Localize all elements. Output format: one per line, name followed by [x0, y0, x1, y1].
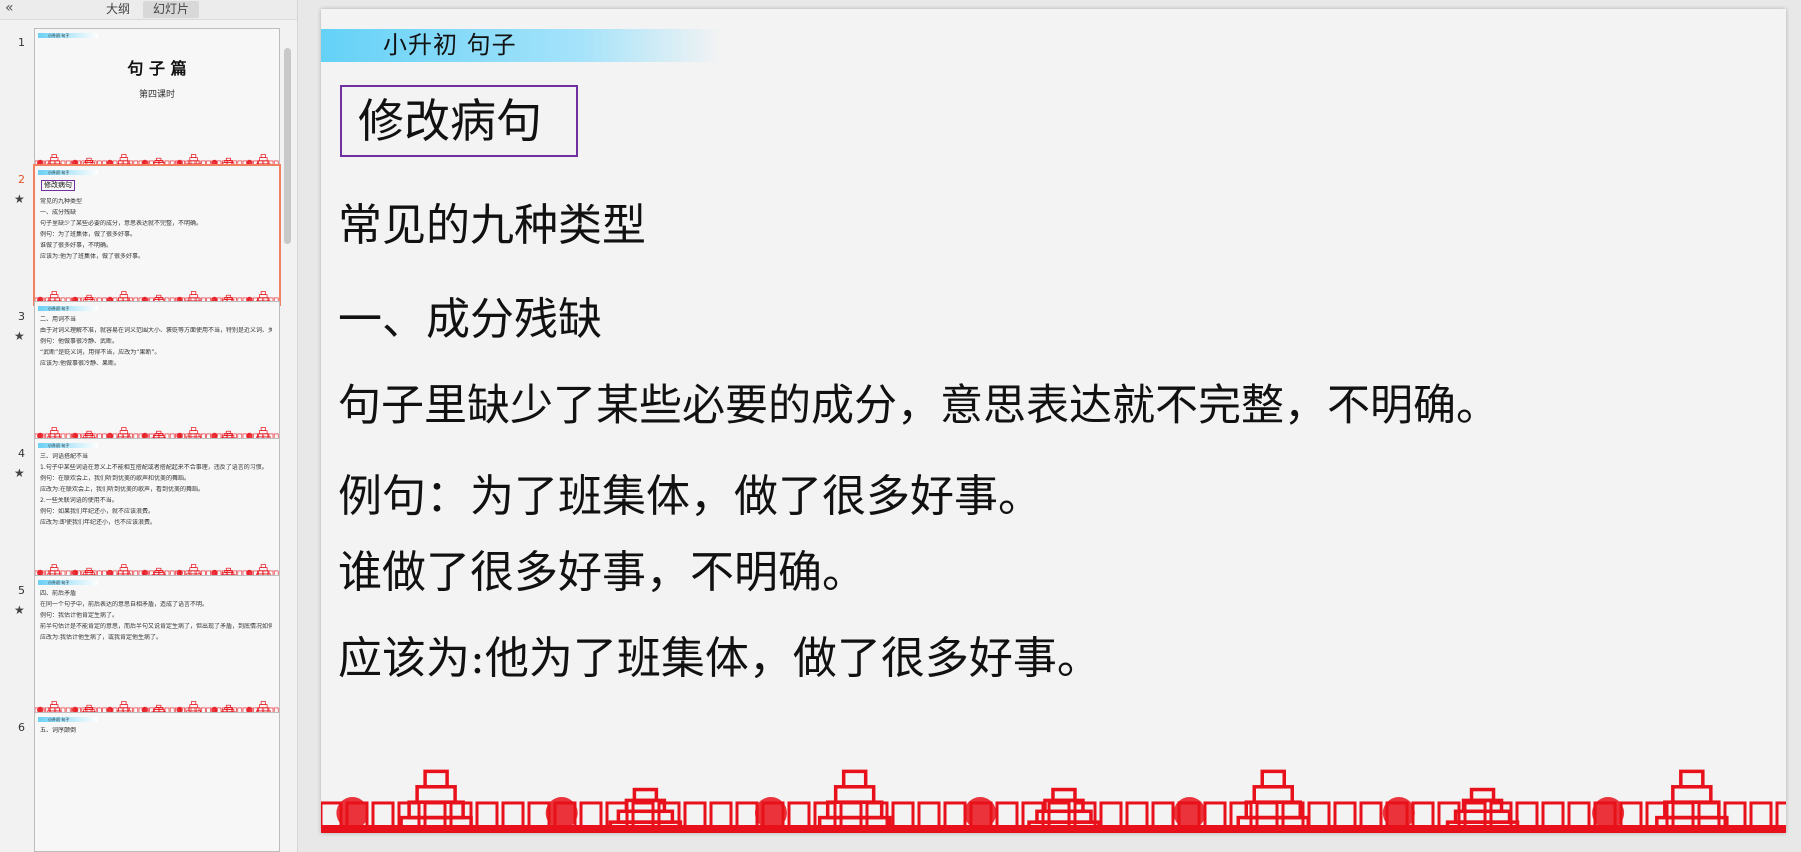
slide-number: 4	[18, 447, 25, 460]
thumb-text-line: 句子里缺少了某些必要的成分，意思表达就不完整，不明确。	[40, 220, 203, 227]
thumb-text-line: 在同一个句子中，前后表达的意思自相矛盾，造成了语言不明。	[40, 601, 209, 608]
thumb-text-line: 五、词序颠倒	[40, 727, 77, 734]
thumb-text-line: 应改为:我估计他生病了，或我肯定他生病了。	[40, 634, 163, 641]
thumb-text-line: 例句：我估计他肯定生病了。	[40, 612, 119, 619]
animation-star-icon: ★	[14, 192, 25, 206]
thumb-text-line: 三、词语搭配不当	[40, 453, 89, 460]
slide-text-line[interactable]: 应该为:他为了班集体，做了很多好事。	[338, 622, 1101, 686]
thumb-text-line: 四、前后矛盾	[40, 590, 77, 597]
thumb-header-text: 小升初 句子	[48, 717, 70, 722]
thumb-subtitle: 第四课时	[138, 90, 175, 100]
collapse-panel-icon[interactable]: «	[5, 0, 14, 17]
slide-header-text: 小升初 句子	[383, 31, 517, 59]
thumb-text-line: 应该为:他做事很冷静、果断。	[40, 360, 121, 367]
thumb-text-line: 例句：在联欢会上，我们听到优美的歌声和优美的舞蹈。	[40, 475, 191, 482]
thumb-text-line: 1.句子中某些词语在意义上不能相互搭配或者搭配起来不合事理，违反了语言的习惯。	[40, 464, 268, 471]
thumb-header-text: 小升初 句子	[48, 33, 70, 38]
slide-canvas[interactable]: 小升初 句子 修改病句 常见的九种类型 一、成分残缺 句子里缺少了某些必要的成分…	[321, 9, 1786, 833]
thumb-header-bar: 小升初 句子	[38, 717, 98, 722]
thumb-text-line: 应改为:在联欢会上，我们听到优美的歌声，看到优美的舞蹈。	[40, 486, 205, 493]
thumb-header-text: 小升初 句子	[48, 306, 70, 311]
slide-number: 5	[18, 584, 25, 597]
panel-tab-bar: « 大纲 幻灯片	[0, 0, 297, 20]
slide-title-box[interactable]: 修改病句	[340, 85, 578, 157]
slide-thumbnail-5[interactable]: 小升初 句子 四、前后矛盾在同一个句子中，前后表达的意思自相矛盾，造成了语言不明…	[34, 575, 280, 715]
slide-thumbnail-1[interactable]: 小升初 句子 句 子 篇 第四课时	[34, 28, 280, 168]
thumb-text-line: 应该为:他为了班集体，做了很多好事。	[40, 253, 145, 260]
thumb-text-line: 谁做了很多好事，不明确。	[40, 242, 113, 249]
thumb-text-line: 2.一些关联词语的使用不当。	[40, 497, 118, 504]
slide-text-line[interactable]: 例句：为了班集体，做了很多好事。	[338, 460, 1042, 524]
thumbnail-list[interactable]: 1 小升初 句子 句 子 篇 第四课时 2 ★ 小升初 句子 修改病句 常见的九…	[0, 20, 297, 852]
animation-star-icon: ★	[14, 466, 25, 480]
slide-header-bar: 小升初 句子	[321, 29, 721, 62]
thumb-header-bar: 小升初 句子	[38, 580, 98, 585]
thumb-text-lines: 五、词序颠倒	[40, 727, 272, 738]
thumb-header-bar: 小升初 句子	[38, 443, 98, 448]
slide-section-heading[interactable]: 一、成分残缺	[338, 283, 602, 347]
tab-outline[interactable]: 大纲	[96, 1, 140, 18]
slide-thumbnail-4[interactable]: 小升初 句子 三、词语搭配不当 1.句子中某些词语在意义上不能相互搭配或者搭配起来…	[34, 438, 280, 578]
thumb-text-lines: 四、前后矛盾在同一个句子中，前后表达的意思自相矛盾，造成了语言不明。 例句：我估计…	[40, 590, 272, 645]
thumb-header-text: 小升初 句子	[48, 170, 70, 175]
slide-number: 2	[18, 173, 25, 186]
thumb-header-text: 小升初 句子	[48, 443, 70, 448]
thumb-text-line: 二、用词不当	[40, 316, 77, 323]
thumb-header-bar: 小升初 句子	[38, 170, 98, 175]
slide-thumbnail-2[interactable]: 小升初 句子 修改病句 常见的九种类型 一、成分残缺句子里缺少了某些必要的成分，意…	[33, 164, 281, 306]
animation-star-icon: ★	[14, 603, 25, 617]
thumb-text-lines: 三、词语搭配不当 1.句子中某些词语在意义上不能相互搭配或者搭配起来不合事理，违反…	[40, 453, 272, 530]
tab-slides[interactable]: 幻灯片	[143, 1, 200, 18]
thumb-text-line: 例句：为了班集体，做了很多好事。	[40, 231, 137, 238]
thumb-text-line: 例句：他做事很冷静、武断。	[40, 338, 119, 345]
thumb-text-line: 例句：如果我们年纪还小，就不应该浪费。	[40, 508, 155, 515]
thumb-header-bar: 小升初 句子	[38, 306, 98, 311]
thumb-text-line: 由于对词义理解不准，就容易在词义范围大小、褒贬等方面使用不当，特别是近义词、关联…	[40, 327, 272, 334]
thumb-title: 句 子 篇	[127, 59, 187, 78]
thumb-header-bar: 小升初 句子	[38, 33, 98, 38]
slide-number: 1	[18, 36, 25, 49]
decorative-border	[321, 769, 1786, 833]
thumb-text-line: 应改为:即使我们年纪还小，也不应该浪费。	[40, 519, 157, 526]
slide-title-text: 修改病句	[358, 94, 542, 148]
slide-number: 3	[18, 310, 25, 323]
slide-text-line[interactable]: 句子里缺少了某些必要的成分，意思表达就不完整，不明确。	[338, 371, 1499, 433]
slide-number: 6	[18, 721, 25, 734]
thumb-text-line: 前半句估计是不能肯定的意思，而后半句又说肯定生病了，但出现了矛盾，到底情况如何呢…	[40, 623, 272, 630]
thumb-text-lines: 常见的九种类型 一、成分残缺句子里缺少了某些必要的成分，意思表达就不完整，不明确。…	[40, 198, 272, 264]
animation-star-icon: ★	[14, 329, 25, 343]
slide-text-line[interactable]: 谁做了很多好事，不明确。	[338, 536, 866, 600]
thumb-header-text: 小升初 句子	[48, 580, 70, 585]
slide-thumbnail-3[interactable]: 小升初 句子 二、用词不当由于对词义理解不准，就容易在词义范围大小、褒贬等方面使…	[34, 301, 280, 441]
thumb-text-lines: 二、用词不当由于对词义理解不准，就容易在词义范围大小、褒贬等方面使用不当，特别是…	[40, 316, 272, 371]
slide-subtitle[interactable]: 常见的九种类型	[338, 189, 646, 253]
thumb-title-box: 修改病句	[41, 180, 75, 191]
slides-panel: « 大纲 幻灯片 1 小升初 句子 句 子 篇 第四课时 2 ★ 小升初 句子 …	[0, 0, 298, 852]
thumbnail-scrollbar[interactable]	[284, 48, 291, 244]
thumb-text-line: 常见的九种类型	[40, 198, 83, 205]
thumb-text-line: 一、成分残缺	[40, 209, 77, 216]
slide-thumbnail-6[interactable]: 小升初 句子 五、词序颠倒	[34, 712, 280, 852]
thumb-text-line: “武断”是贬义词，用得不当，应改为“果断”。	[40, 349, 161, 356]
